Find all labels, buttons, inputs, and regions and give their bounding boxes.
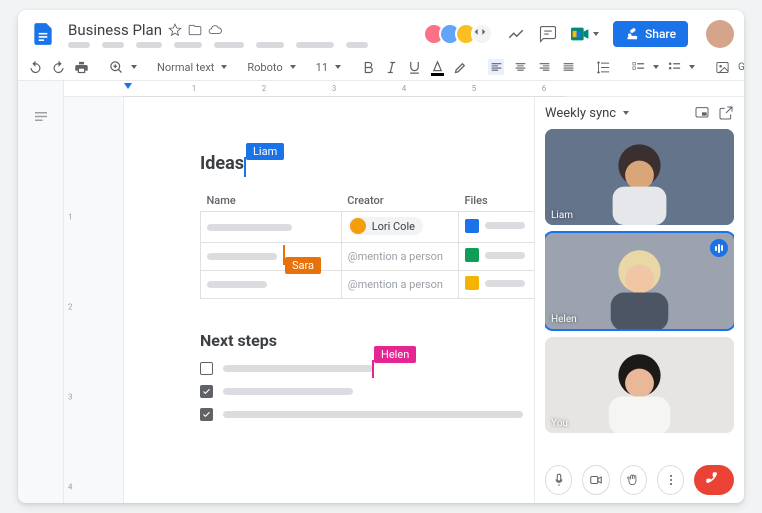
checkbox-unchecked[interactable] (200, 362, 213, 375)
popout-icon[interactable] (718, 105, 734, 121)
font-size-select[interactable]: 11 (316, 61, 341, 74)
checkbox-checked[interactable] (200, 385, 213, 398)
cursor-helen (372, 360, 374, 378)
participant-name: Helen (551, 314, 577, 325)
check-item[interactable] (200, 385, 536, 398)
document-page[interactable]: Liam Ideas Name Creator Files Lori Cole (124, 97, 564, 503)
check-item[interactable] (200, 408, 536, 421)
insert-g-icon[interactable]: G (738, 62, 744, 73)
cloud-status-icon[interactable] (208, 23, 222, 37)
table-row[interactable]: Sara @mention a person (201, 243, 536, 271)
bulleted-list-icon[interactable] (667, 60, 695, 75)
undo-icon[interactable] (28, 60, 43, 75)
style-select[interactable]: Normal text (157, 61, 227, 74)
col-creator: Creator (341, 190, 458, 212)
cursor-liam (244, 157, 246, 177)
document-canvas[interactable]: 1 2 3 4 5 6 1 2 3 4 Liam Ideas (64, 81, 744, 503)
hangup-button[interactable] (694, 465, 734, 495)
file-chip-sheet[interactable] (465, 248, 525, 262)
print-icon[interactable] (74, 60, 89, 75)
vertical-ruler[interactable]: 1 2 3 4 (64, 97, 80, 503)
move-icon[interactable] (188, 23, 202, 37)
cursor-flag-liam: Liam (246, 143, 284, 160)
video-tile[interactable]: You (545, 337, 734, 433)
line-spacing-icon[interactable] (596, 60, 611, 75)
activity-icon[interactable] (507, 25, 525, 43)
cursor-flag-helen: Helen (374, 346, 416, 363)
meet-button[interactable] (571, 22, 599, 46)
indent-marker[interactable] (124, 83, 132, 89)
meet-controls (545, 457, 734, 495)
table-row[interactable]: Lori Cole (201, 212, 536, 243)
meet-title[interactable]: Weekly sync (545, 106, 686, 121)
formatting-toolbar: Normal text Roboto 11 G (18, 54, 744, 81)
checkbox-checked[interactable] (200, 408, 213, 421)
align-justify-icon[interactable] (560, 59, 576, 75)
align-left-icon[interactable] (488, 59, 504, 75)
horizontal-ruler[interactable]: 1 2 3 4 5 6 (64, 81, 744, 97)
file-chip-slide[interactable] (465, 276, 525, 290)
italic-icon[interactable] (384, 60, 399, 75)
table-row[interactable]: @mention a person (201, 271, 536, 299)
pip-icon[interactable] (694, 105, 710, 121)
person-chip[interactable]: Lori Cole (348, 217, 423, 235)
outline-rail (18, 81, 64, 503)
share-button[interactable]: Share (613, 21, 688, 47)
text-color-icon[interactable] (430, 60, 445, 75)
underline-icon[interactable] (407, 60, 422, 75)
comments-icon[interactable] (539, 25, 557, 43)
next-steps-heading[interactable]: Next steps (200, 331, 536, 350)
participant-name: Liam (551, 210, 573, 221)
video-tile[interactable]: Liam (545, 129, 734, 225)
align-right-icon[interactable] (536, 59, 552, 75)
ideas-table[interactable]: Name Creator Files Lori Cole Sara (200, 190, 536, 299)
raise-hand-button[interactable] (620, 465, 647, 495)
highlight-icon[interactable] (453, 60, 468, 75)
meet-panel: Weekly sync Liam Helen (534, 97, 744, 503)
check-item[interactable] (200, 362, 536, 375)
title-bar: Business Plan Share (18, 10, 744, 54)
docs-logo[interactable] (28, 16, 58, 52)
col-files: Files (458, 190, 535, 212)
mic-button[interactable] (545, 465, 572, 495)
account-avatar[interactable] (706, 20, 734, 48)
star-icon[interactable] (168, 23, 182, 37)
file-chip-doc[interactable] (465, 219, 525, 233)
collaborator-avatars[interactable] (423, 23, 493, 45)
mention-placeholder[interactable]: @mention a person (348, 278, 443, 291)
camera-button[interactable] (582, 465, 609, 495)
menu-bar[interactable] (68, 42, 413, 48)
bold-icon[interactable] (361, 60, 376, 75)
share-label: Share (645, 27, 676, 41)
checklist-icon[interactable] (631, 60, 659, 75)
video-tile[interactable]: Helen (545, 233, 734, 329)
insert-image-icon[interactable] (715, 60, 730, 75)
participant-name: You (551, 418, 568, 429)
font-select[interactable]: Roboto (247, 61, 295, 74)
app-window: Business Plan Share (18, 10, 744, 503)
more-options-button[interactable] (657, 465, 684, 495)
speaking-indicator-icon (710, 239, 728, 257)
checklist[interactable] (200, 362, 536, 421)
document-title[interactable]: Business Plan (68, 21, 162, 39)
main-area: 1 2 3 4 5 6 1 2 3 4 Liam Ideas (18, 81, 744, 503)
redo-icon[interactable] (51, 60, 66, 75)
mention-placeholder[interactable]: @mention a person (348, 250, 443, 263)
col-name: Name (201, 190, 342, 212)
cursor-flag-sara: Sara (285, 257, 321, 274)
align-center-icon[interactable] (512, 59, 528, 75)
zoom-select[interactable] (109, 60, 137, 75)
outline-icon[interactable] (32, 109, 50, 127)
